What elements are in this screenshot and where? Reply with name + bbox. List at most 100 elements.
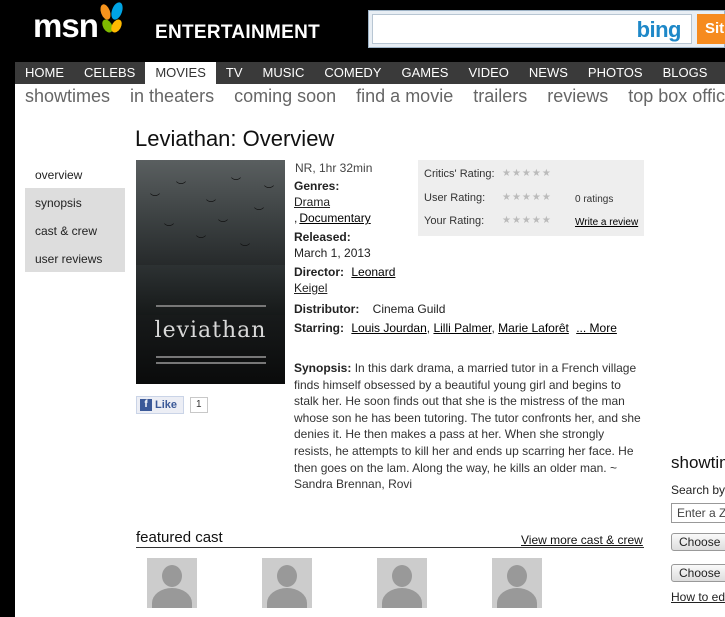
bird-icon: ︶ <box>240 244 250 255</box>
bird-icon: ︶ <box>164 224 174 235</box>
bing-logo: bing <box>636 17 682 42</box>
cast-avatar[interactable] <box>147 558 197 608</box>
sub-nav: showtimes in theaters coming soon find a… <box>15 84 725 112</box>
zip-input[interactable]: Enter a Zip <box>671 503 725 523</box>
featured-cast-title: featured cast <box>136 529 223 546</box>
search-input[interactable]: bing <box>372 14 692 44</box>
released-label: Released: <box>294 230 351 244</box>
main-nav: HOME CELEBS MOVIES TV MUSIC COMEDY GAMES… <box>15 62 725 84</box>
choose-select[interactable]: Choose <box>671 564 725 582</box>
page-title: Leviathan: Overview <box>135 126 335 151</box>
how-to-edit-link[interactable]: How to edit <box>671 590 725 604</box>
nav-games[interactable]: GAMES <box>391 62 458 84</box>
starring-row: Starring: Louis Jourdan, Lilli Palmer, M… <box>294 321 617 335</box>
search-bar: bing Sit <box>368 10 725 48</box>
leftnav-cast-crew[interactable]: cast & crew <box>25 216 125 244</box>
critics-rating-row: Critics' Rating: <box>424 166 495 182</box>
facebook-like: f Like 1 <box>136 396 208 414</box>
your-rating-row: Your Rating: <box>424 213 484 229</box>
main-content: Leviathan: Overview overview synopsis ca… <box>15 112 725 617</box>
subnav-coming-soon[interactable]: coming soon <box>224 84 346 112</box>
genre-drama-link[interactable]: Drama <box>294 195 330 209</box>
logo-text: msn <box>33 7 99 44</box>
nav-comedy[interactable]: COMEDY <box>314 62 391 84</box>
distributor-label: Distributor: <box>294 302 360 316</box>
genre-documentary-link[interactable]: Documentary <box>299 211 370 225</box>
bird-icon: ︶ <box>231 178 241 189</box>
rating-runtime: NR, 1hr 32min <box>295 161 373 175</box>
poster-title: leviathan <box>154 318 267 343</box>
view-more-cast-link[interactable]: View more cast & crew <box>521 533 643 547</box>
nav-home[interactable]: HOME <box>15 62 74 84</box>
starring-label: Starring: <box>294 321 345 335</box>
your-stars-input[interactable]: ★★★★★ <box>502 215 552 226</box>
section-title: ENTERTAINMENT <box>155 22 321 43</box>
leftnav-synopsis[interactable]: synopsis <box>25 188 125 216</box>
director-last-link[interactable]: Keigel <box>294 281 327 295</box>
search-button[interactable]: Sit <box>697 14 725 44</box>
subnav-in-theaters[interactable]: in theaters <box>120 84 224 112</box>
bird-icon: ︶ <box>264 186 274 197</box>
user-rating-count: 0 ratings <box>575 194 614 205</box>
released-date: March 1, 2013 <box>294 246 371 260</box>
subnav-top-box-office[interactable]: top box office <box>618 84 725 112</box>
bird-icon: ︶ <box>218 220 228 231</box>
bird-icon: ︶ <box>254 208 264 219</box>
subnav-trailers[interactable]: trailers <box>463 84 537 112</box>
more-cast-link[interactable]: ... More <box>576 321 617 335</box>
nav-tv[interactable]: TV <box>216 62 253 84</box>
choose-select[interactable]: Choose <box>671 533 725 551</box>
nav-music[interactable]: MUSIC <box>253 62 315 84</box>
nav-movies[interactable]: MOVIES <box>145 62 216 84</box>
nav-blogs[interactable]: BLOGS <box>653 62 718 84</box>
user-rating-label: User Rating: <box>424 192 486 204</box>
showtimes-title: showtimes <box>671 453 725 472</box>
distributor-value: Cinema Guild <box>372 302 446 316</box>
subnav-reviews[interactable]: reviews <box>537 84 618 112</box>
user-stars-icon: ★★★★★ <box>502 192 552 203</box>
director-label: Director: <box>294 265 345 279</box>
star-link[interactable]: Lilli Palmer <box>433 321 491 335</box>
bird-icon: ︶ <box>206 200 216 211</box>
nav-news[interactable]: NEWS <box>519 62 578 84</box>
bird-icon: ︶ <box>176 182 186 193</box>
page: msn ENTERTAINMENT bing Sit HOME CELEBS M… <box>0 0 725 617</box>
genres-label: Genres: <box>294 179 340 193</box>
director-row: Director: Leonard <box>294 265 395 279</box>
nav-celebs[interactable]: CELEBS <box>74 62 145 84</box>
bird-icon: ︶ <box>196 236 206 247</box>
like-button[interactable]: f Like <box>136 396 185 414</box>
facebook-icon: f <box>140 399 152 411</box>
like-count: 1 <box>190 397 208 413</box>
search-by-label: Search by <box>671 483 725 497</box>
your-rating-label: Your Rating: <box>424 215 485 227</box>
synopsis-label: Synopsis: <box>294 361 352 375</box>
write-review-link[interactable]: Write a review <box>575 217 638 228</box>
star-link[interactable]: Louis Jourdan <box>351 321 426 335</box>
subnav-find-a-movie[interactable]: find a movie <box>346 84 463 112</box>
user-rating-row: User Rating: <box>424 190 485 206</box>
cast-avatar[interactable] <box>262 558 312 608</box>
bird-icon: ︶ <box>150 194 160 205</box>
subnav-showtimes[interactable]: showtimes <box>15 84 120 112</box>
like-label: Like <box>155 399 178 411</box>
synopsis-text: In this dark drama, a married tutor in a… <box>294 361 641 492</box>
nav-video[interactable]: VIDEO <box>458 62 518 84</box>
critics-stars-icon: ★★★★★ <box>502 168 552 179</box>
leftnav-overview[interactable]: overview <box>25 160 125 188</box>
critics-rating-label: Critics' Rating: <box>424 168 495 180</box>
synopsis: Synopsis: In this dark drama, a married … <box>294 360 644 493</box>
left-nav: overview synopsis cast & crew user revie… <box>25 160 125 272</box>
director-first-link[interactable]: Leonard <box>351 265 395 279</box>
cast-avatar[interactable] <box>492 558 542 608</box>
star-link[interactable]: Marie Laforêt <box>498 321 569 335</box>
nav-photos[interactable]: PHOTOS <box>578 62 653 84</box>
movie-poster[interactable]: ︶ ︶ ︶ ︶ ︶ ︶ ︶ ︶ ︶ ︶ leviathan <box>136 160 285 384</box>
ratings-panel: Critics' Rating: ★★★★★ User Rating: ★★★★… <box>418 160 644 236</box>
divider <box>136 547 644 548</box>
cast-avatar[interactable] <box>377 558 427 608</box>
distributor-row: Distributor: Cinema Guild <box>294 302 445 316</box>
msn-logo[interactable]: msn <box>33 0 125 46</box>
butterfly-icon <box>98 0 125 38</box>
leftnav-user-reviews[interactable]: user reviews <box>25 244 125 272</box>
